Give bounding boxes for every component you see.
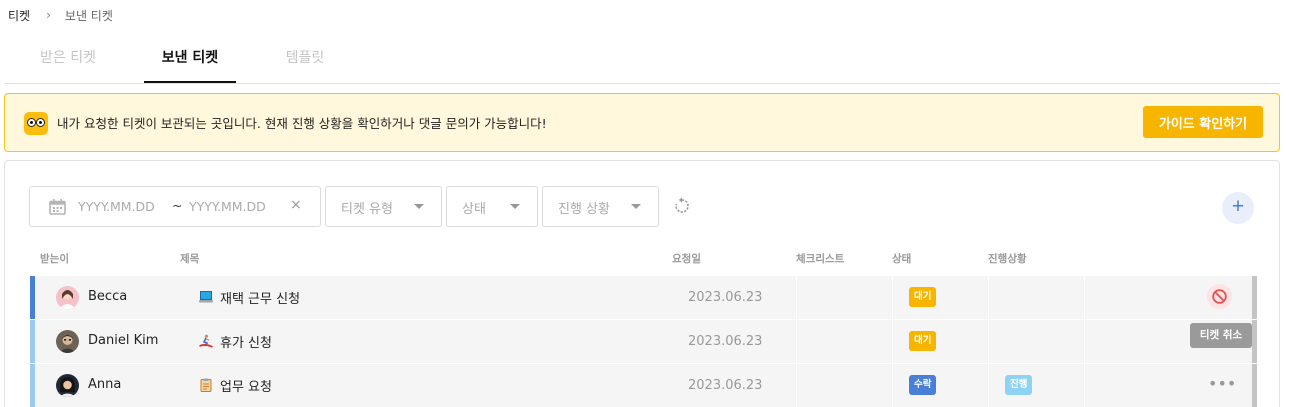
status-label: 상태 <box>462 202 486 217</box>
row-end-bar <box>1252 320 1257 363</box>
row-accent <box>30 320 35 363</box>
breadcrumb-root[interactable]: 티켓 <box>8 7 30 24</box>
ticket-title[interactable]: 휴가 신청 <box>220 332 272 351</box>
header-checklist[interactable]: 체크리스트 <box>796 251 844 266</box>
refresh-icon[interactable] <box>673 197 691 215</box>
table-row[interactable]: Anna 업무 요청 2023.06.23 수락 진행 ••• <box>30 364 1257 407</box>
breadcrumb-separator: › <box>46 8 51 22</box>
avatar <box>56 374 79 397</box>
calendar-icon <box>49 199 66 218</box>
table-row[interactable]: Daniel Kim 휴가 신청 2023.06.23 대기 <box>30 320 1257 363</box>
row-accent <box>30 364 35 407</box>
clipboard-icon <box>199 377 213 392</box>
header-recipient[interactable]: 받는이 <box>40 251 69 266</box>
cancel-ticket-button[interactable] <box>1207 284 1232 309</box>
tab-sent-tickets[interactable]: 보낸 티켓 <box>144 38 236 83</box>
recipient-name: Anna <box>88 377 122 392</box>
row-accent <box>30 276 35 319</box>
tab-templates[interactable]: 템플릿 <box>272 38 338 83</box>
status-badge: 수락 <box>909 375 937 395</box>
header-status[interactable]: 상태 <box>892 251 911 266</box>
plus-icon: + <box>1231 195 1245 218</box>
recipient-name: Becca <box>88 289 128 304</box>
more-options-icon[interactable]: ••• <box>1208 376 1236 392</box>
tab-received-tickets[interactable]: 받은 티켓 <box>28 38 108 83</box>
recipient-name: Daniel Kim <box>88 333 159 348</box>
prohibit-icon <box>1212 289 1227 304</box>
header-title[interactable]: 제목 <box>180 251 199 266</box>
cancel-ticket-tooltip: 티켓 취소 <box>1190 323 1252 348</box>
caret-down-icon <box>510 204 520 209</box>
date-range-filter[interactable]: YYYY.MM.DD ~ YYYY.MM.DD × <box>29 186 321 227</box>
row-end-bar <box>1252 364 1257 407</box>
status-select[interactable]: 상태 <box>446 186 538 227</box>
status-badge: 대기 <box>909 331 937 351</box>
banner-text: 내가 요청한 티켓이 보관되는 곳입니다. 현재 진행 상황을 확인하거나 댓글… <box>57 116 547 131</box>
ticket-title[interactable]: 재택 근무 신청 <box>220 288 300 307</box>
add-ticket-button[interactable]: + <box>1222 192 1254 224</box>
ticket-title[interactable]: 업무 요청 <box>220 376 272 395</box>
avatar <box>56 330 79 353</box>
breadcrumb-current: 보낸 티켓 <box>64 8 113 23</box>
surfer-icon <box>199 333 213 348</box>
avatar <box>56 286 79 309</box>
ticket-type-label: 티켓 유형 <box>341 202 393 217</box>
caret-down-icon <box>631 204 641 209</box>
request-date: 2023.06.23 <box>688 378 763 393</box>
date-to-input[interactable]: YYYY.MM.DD <box>189 199 266 214</box>
progress-label: 진행 상황 <box>558 202 610 217</box>
ticket-panel: YYYY.MM.DD ~ YYYY.MM.DD × 티켓 유형 상태 진행 상황… <box>4 160 1280 407</box>
progress-select[interactable]: 진행 상황 <box>542 186 659 227</box>
request-date: 2023.06.23 <box>688 290 763 305</box>
info-banner: 내가 요청한 티켓이 보관되는 곳입니다. 현재 진행 상황을 확인하거나 댓글… <box>4 93 1280 152</box>
clear-date-icon[interactable]: × <box>290 197 302 213</box>
tab-bar: 받은 티켓 보낸 티켓 템플릿 <box>4 38 1280 84</box>
ticket-type-select[interactable]: 티켓 유형 <box>325 186 442 227</box>
breadcrumb: 티켓 › 보낸 티켓 <box>8 6 113 24</box>
header-progress[interactable]: 진행상황 <box>988 251 1027 266</box>
date-separator: ~ <box>172 198 183 213</box>
table-header: 받는이 제목 요청일 체크리스트 상태 진행상황 <box>5 251 1281 271</box>
progress-badge: 진행 <box>1005 375 1033 395</box>
caret-down-icon <box>414 204 424 209</box>
date-from-input[interactable]: YYYY.MM.DD <box>78 199 155 214</box>
request-date: 2023.06.23 <box>688 334 763 349</box>
guide-button[interactable]: 가이드 확인하기 <box>1143 106 1263 138</box>
mascot-icon <box>24 112 48 135</box>
status-badge: 대기 <box>909 287 937 307</box>
header-request-date[interactable]: 요청일 <box>672 251 701 266</box>
row-end-bar <box>1252 276 1257 319</box>
table-row[interactable]: Becca 재택 근무 신청 2023.06.23 대기 <box>30 276 1257 319</box>
laptop-icon <box>199 289 213 303</box>
